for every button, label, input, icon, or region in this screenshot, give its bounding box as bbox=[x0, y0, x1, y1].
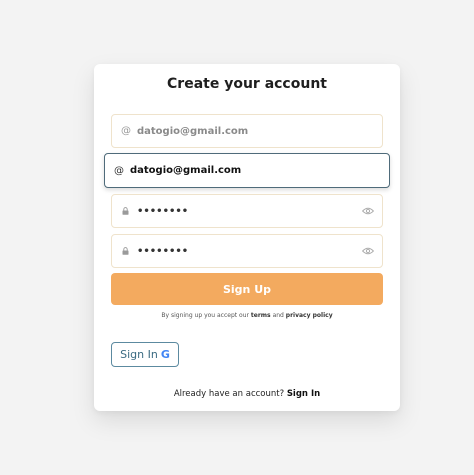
eye-icon[interactable] bbox=[362, 207, 374, 215]
confirm-password-input[interactable] bbox=[137, 235, 357, 267]
at-icon: @ bbox=[121, 125, 131, 137]
sign-in-link[interactable]: Sign In bbox=[287, 389, 320, 399]
terms-prefix: By signing up you accept our bbox=[161, 312, 249, 319]
eye-icon[interactable] bbox=[362, 247, 374, 255]
sign-up-button[interactable]: Sign Up bbox=[111, 273, 383, 305]
email-field-1[interactable]: @ bbox=[111, 114, 383, 148]
google-sign-in-button[interactable]: Sign In G bbox=[111, 342, 179, 367]
page-title: Create your account bbox=[167, 76, 327, 92]
email-input-1[interactable] bbox=[137, 115, 357, 147]
password-field[interactable] bbox=[111, 194, 383, 228]
lock-icon bbox=[122, 247, 129, 255]
email-input-2[interactable] bbox=[130, 154, 350, 187]
terms-text: By signing up you accept our terms and p… bbox=[94, 312, 400, 319]
at-icon: @ bbox=[114, 165, 124, 176]
terms-and: and bbox=[272, 312, 284, 319]
email-field-2[interactable]: @ bbox=[104, 153, 390, 188]
password-input[interactable] bbox=[137, 195, 357, 227]
confirm-password-field[interactable] bbox=[111, 234, 383, 268]
login-prompt-text: Already have an account? bbox=[173, 389, 285, 399]
google-sign-in-label: Sign In bbox=[120, 348, 158, 361]
signup-card: Create your account @ @ Sign Up By si bbox=[94, 64, 400, 411]
lock-icon bbox=[122, 207, 129, 215]
terms-link[interactable]: terms bbox=[251, 312, 271, 319]
google-icon: G bbox=[160, 348, 170, 361]
privacy-policy-link[interactable]: privacy policy bbox=[286, 312, 333, 319]
login-prompt: Already have an account? Sign In bbox=[94, 389, 400, 399]
